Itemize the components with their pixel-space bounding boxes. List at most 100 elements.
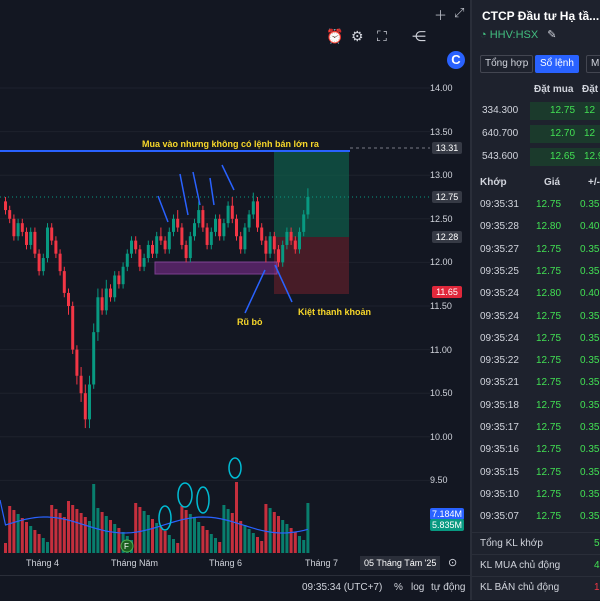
trade-change: 0.35 xyxy=(580,199,600,210)
summary-label: Tổng KL khớp xyxy=(480,538,543,549)
trade-row[interactable]: 09:35:25 12.75 0.35 xyxy=(472,261,600,283)
auto-toggle[interactable]: tự động xyxy=(431,582,466,593)
event-marker-label: F xyxy=(124,542,129,551)
trade-row[interactable]: 09:35:21 12.75 0.35 xyxy=(472,372,600,394)
trade-row[interactable]: 09:35:24 12.80 0.40 xyxy=(472,283,600,305)
tab-levels[interactable]: Mức xyxy=(586,55,600,73)
trade-row[interactable]: 09:35:31 12.75 0.35 xyxy=(472,194,600,216)
candle-body xyxy=(33,231,37,254)
candle-body xyxy=(247,214,251,228)
edit-icon[interactable]: ✎ xyxy=(547,29,556,41)
volume-bar xyxy=(159,527,163,553)
candle-body xyxy=(79,375,83,394)
volume-bar xyxy=(218,542,222,553)
candle-body xyxy=(230,205,234,219)
symbol-label[interactable]: ◔ HHV:HSX ✎ xyxy=(480,28,557,46)
trade-time: 09:35:25 xyxy=(480,265,519,277)
volume-bar xyxy=(117,528,121,553)
trade-row[interactable]: 09:35:24 12.75 0.35 xyxy=(472,328,600,350)
candle-body xyxy=(92,332,96,385)
trade-price: 12.75 xyxy=(536,488,562,500)
trade-price: 12.75 xyxy=(536,466,562,478)
trades-change-header: +/- xyxy=(588,177,600,188)
trade-row[interactable]: 09:35:18 12.75 0.35 xyxy=(472,395,600,417)
trade-change: 0.35 xyxy=(580,355,600,367)
volume-ma-line xyxy=(0,499,309,534)
volume-bar xyxy=(239,521,243,553)
trade-price: 12.75 xyxy=(536,422,562,433)
candle-body xyxy=(277,249,280,263)
trade-price: 12.75 xyxy=(536,243,562,255)
tab-summary[interactable]: Tổng hợp xyxy=(480,55,534,73)
volume-bar xyxy=(285,524,289,553)
trade-price: 12.75 xyxy=(536,377,562,389)
annotation-shakeout: Rũ bỏ xyxy=(237,317,263,327)
volume-bar xyxy=(113,524,117,553)
candle-body xyxy=(235,218,238,237)
trade-time: 09:35:07 xyxy=(480,511,519,523)
volume-bar xyxy=(16,514,20,553)
price-tick: 12.00 xyxy=(430,257,453,268)
volume-bar xyxy=(25,522,28,553)
trade-row[interactable]: 09:35:17 12.75 0.35 xyxy=(472,417,600,439)
candle-body xyxy=(113,275,117,298)
trade-row[interactable]: 09:35:28 12.80 0.40 xyxy=(472,216,600,238)
price-badge: 12.75 xyxy=(432,191,462,203)
candle-body xyxy=(285,231,289,245)
volume-bar xyxy=(201,526,205,553)
candle-body xyxy=(16,223,20,237)
candle-body xyxy=(12,218,16,237)
settings-icon[interactable]: ⊙ xyxy=(448,556,457,569)
trade-price: 12.75 xyxy=(536,511,562,523)
time-label: Tháng 7 xyxy=(305,558,339,568)
price-chart[interactable]: F xyxy=(0,0,470,553)
time-axis[interactable]: Tháng 4 Tháng Năm Tháng 6 Tháng 7 05 Thá… xyxy=(0,553,470,573)
candle-body xyxy=(62,271,66,293)
trade-row[interactable]: 09:35:15 12.75 0.35 xyxy=(472,462,600,484)
candle-body xyxy=(4,201,7,211)
candle-body xyxy=(88,384,91,420)
log-toggle[interactable]: log xyxy=(411,582,424,593)
trade-row[interactable]: 09:35:07 12.75 0.35 xyxy=(472,506,600,528)
candle-body xyxy=(151,244,154,254)
trade-row[interactable]: 09:35:10 12.75 0.35 xyxy=(472,484,600,506)
book-row[interactable]: 334.300 12.75 12 xyxy=(472,100,600,122)
trade-price: 12.80 xyxy=(536,221,562,233)
volume-bar xyxy=(37,534,41,553)
candle-body xyxy=(222,223,226,237)
volume-bar xyxy=(302,540,306,553)
candle-body xyxy=(298,231,301,250)
trades-price-header: Giá xyxy=(544,177,561,188)
book-row[interactable]: 640.700 12.70 12 xyxy=(472,123,600,145)
price-badge: 11.65 xyxy=(432,286,462,298)
summary-value: 4 xyxy=(594,560,600,571)
trade-time: 09:35:24 xyxy=(480,288,519,300)
volume-bar xyxy=(163,531,167,553)
annotation-arrow xyxy=(209,177,215,206)
candle-body xyxy=(268,236,272,254)
trade-price: 12.75 xyxy=(536,399,562,411)
trade-row[interactable]: 09:35:27 12.75 0.35 xyxy=(472,239,600,261)
shakeout-zone xyxy=(154,261,278,275)
tab-orderbook[interactable]: Sổ lệnh xyxy=(535,55,579,73)
trade-change: 0.35 xyxy=(580,399,600,411)
trade-time: 09:35:16 xyxy=(480,444,519,456)
volume-highlight-circle xyxy=(196,486,210,514)
chart-pane[interactable]: ＋ ⤢ ⏰ ⚙ ⛶ ⋲ C F 14.00 13.50 13.00 12.50 12.0… xyxy=(0,0,470,601)
candle-body xyxy=(104,288,108,311)
price-badge: 12.28 xyxy=(432,231,462,243)
volume-highlight-circle xyxy=(177,482,193,508)
volume-bar xyxy=(142,511,146,553)
book-row[interactable]: 543.600 12.65 12.9 xyxy=(472,146,600,168)
trade-change: 0.35 xyxy=(580,243,600,255)
candle-body xyxy=(29,231,33,245)
trade-time: 09:35:24 xyxy=(480,310,519,322)
candle-body xyxy=(155,236,159,254)
percent-toggle[interactable]: % xyxy=(394,582,403,593)
trade-change: 0.35 xyxy=(580,332,600,344)
volume-bar xyxy=(172,539,175,553)
trade-row[interactable]: 09:35:16 12.75 0.35 xyxy=(472,439,600,461)
book-volume: 334.300 xyxy=(482,105,519,116)
trade-row[interactable]: 09:35:22 12.75 0.35 xyxy=(472,350,600,372)
trade-row[interactable]: 09:35:24 12.75 0.35 xyxy=(472,306,600,328)
